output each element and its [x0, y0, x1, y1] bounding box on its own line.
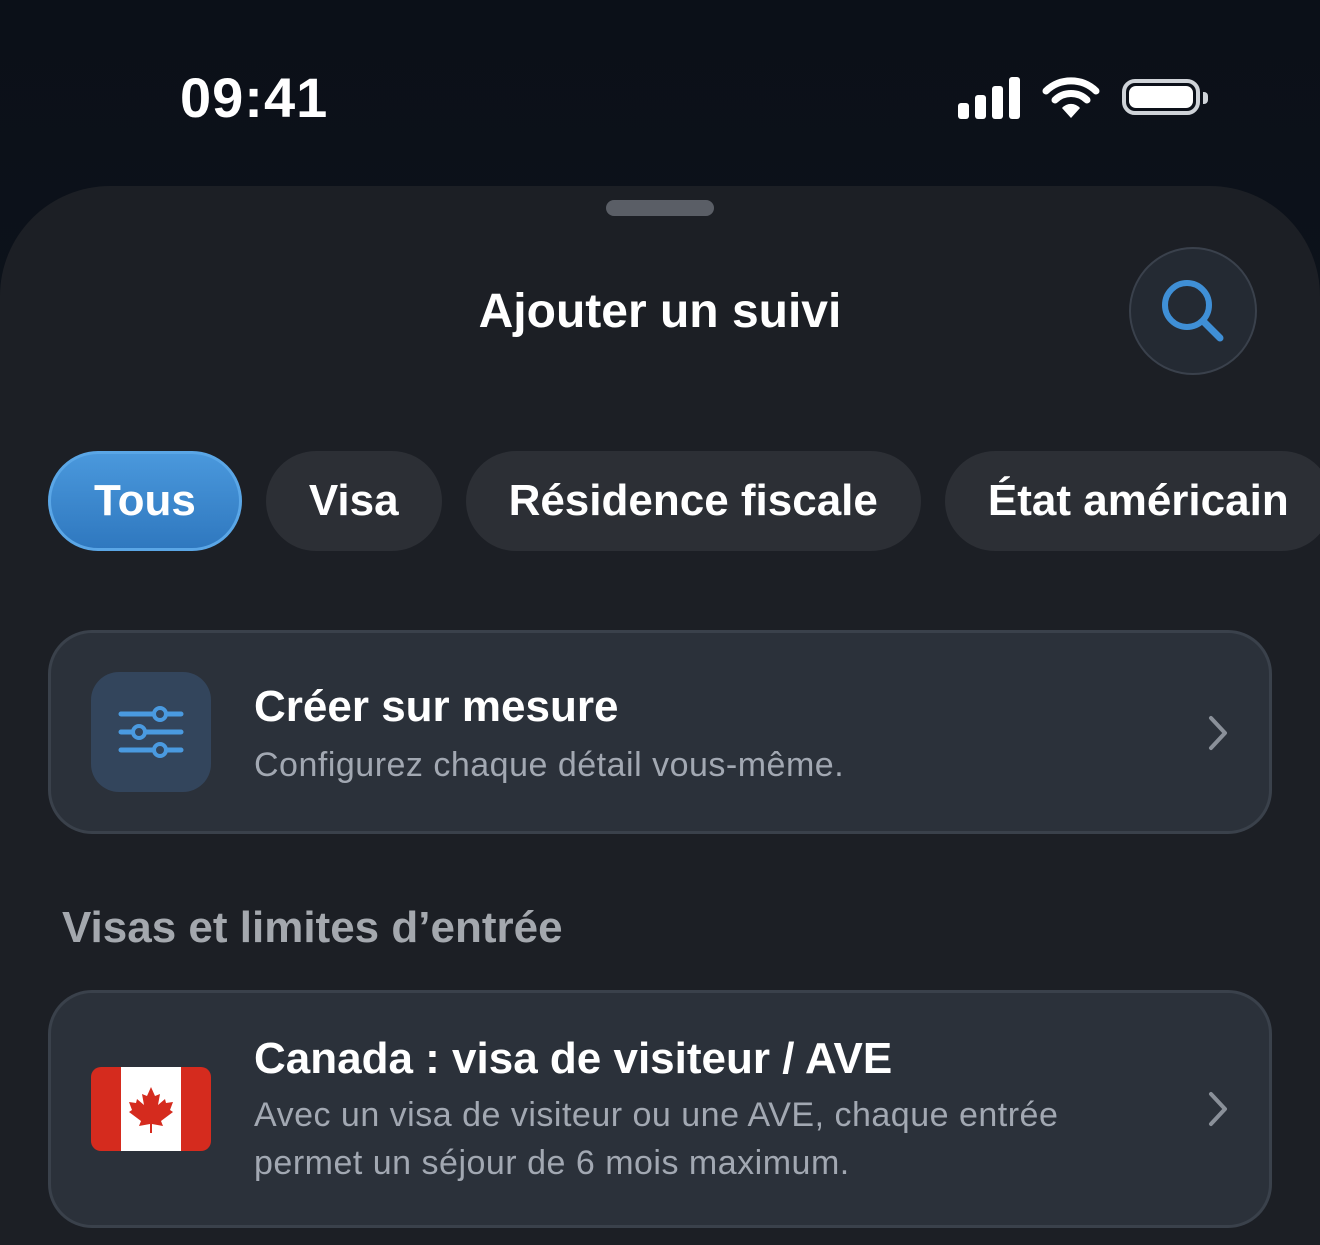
canada-flag-icon	[91, 1067, 211, 1151]
sliders-icon	[118, 706, 184, 758]
canada-visa-subtitle: Avec un visa de visiteur ou une AVE, cha…	[254, 1096, 1059, 1182]
sheet-grabber[interactable]	[606, 200, 714, 216]
chevron-right-icon	[1209, 1092, 1227, 1126]
canada-visa-title: Canada : visa de visiteur / AVE	[254, 1034, 893, 1083]
create-custom-title: Créer sur mesure	[254, 682, 619, 731]
sliders-icon-tile	[91, 672, 211, 792]
create-custom-subtitle: Configurez chaque détail vous-même.	[254, 746, 845, 784]
screen: 09:41 Ajouter un suivi Tous Visa Résiden…	[0, 0, 1320, 1245]
canada-visa-card[interactable]: Canada : visa de visiteur / AVE Avec un …	[48, 990, 1272, 1228]
sheet-title: Ajouter un suivi	[478, 285, 842, 338]
maple-leaf-icon	[129, 1087, 173, 1133]
filter-chip-all[interactable]: Tous	[48, 451, 242, 551]
status-icons	[958, 72, 1208, 122]
battery-icon	[1122, 79, 1208, 115]
create-custom-card[interactable]: Créer sur mesure Configurez chaque détai…	[48, 630, 1272, 834]
search-button[interactable]	[1129, 247, 1257, 375]
add-tracking-sheet: Ajouter un suivi Tous Visa Résidence fis…	[0, 186, 1320, 1245]
filter-chip-us-state[interactable]: État américain	[944, 451, 1320, 551]
status-time: 09:41	[180, 66, 329, 129]
filter-chip-tax-residence[interactable]: Résidence fiscale	[465, 451, 921, 551]
cellular-signal-icon	[958, 75, 1020, 119]
filter-chips: Tous Visa Résidence fiscale État américa…	[48, 451, 1320, 551]
filter-chip-visa[interactable]: Visa	[265, 451, 442, 551]
search-icon	[1162, 280, 1224, 342]
chevron-right-icon	[1209, 716, 1227, 750]
section-title-visas: Visas et limites d’entrée	[62, 903, 563, 952]
wifi-icon	[1042, 77, 1100, 118]
